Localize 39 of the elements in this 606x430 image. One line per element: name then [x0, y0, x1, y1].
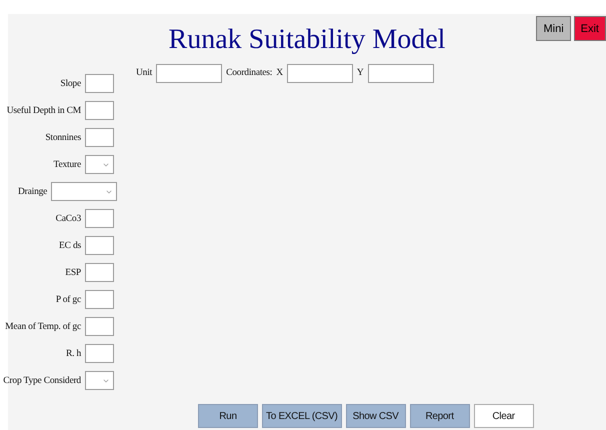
field-label: Slope: [60, 78, 81, 88]
app-title: Runak Suitability Model: [168, 24, 446, 56]
input-field[interactable]: [85, 317, 114, 336]
minimize-button[interactable]: Mini: [536, 16, 571, 41]
select-field[interactable]: [51, 182, 118, 201]
input-field[interactable]: [85, 74, 114, 93]
unit-label: Unit: [136, 68, 152, 78]
action-button[interactable]: Clear: [474, 404, 534, 428]
select-field[interactable]: [85, 155, 114, 174]
action-button[interactable]: Report: [410, 404, 470, 428]
action-button[interactable]: Show CSV: [346, 404, 406, 428]
field-label: Useful Depth in CM: [6, 106, 81, 116]
field-label: Mean of Temp. of gc: [5, 322, 81, 332]
field-label: ESP: [65, 268, 81, 278]
y-label: Y: [356, 68, 364, 78]
input-field[interactable]: [85, 101, 114, 120]
input-field[interactable]: [85, 209, 114, 228]
x-label: X: [276, 68, 283, 78]
action-button[interactable]: Run: [198, 404, 258, 428]
input-field[interactable]: [156, 64, 222, 82]
exit-button[interactable]: Exit: [574, 16, 606, 41]
input-field[interactable]: [85, 128, 114, 147]
input-field[interactable]: [286, 64, 353, 82]
field-label: Texture: [54, 160, 81, 170]
input-field[interactable]: [85, 263, 114, 282]
field-label: EC ds: [59, 240, 81, 250]
action-button[interactable]: To EXCEL (CSV): [262, 404, 342, 428]
field-label: P of gc: [56, 294, 81, 304]
input-field[interactable]: [85, 344, 114, 363]
input-field[interactable]: [85, 290, 114, 309]
field-label: Stonnines: [45, 132, 81, 142]
field-label: CaCo3: [56, 214, 81, 224]
field-label: Drainge: [18, 186, 48, 196]
field-label: Crop Type Considerd: [3, 376, 81, 386]
input-field[interactable]: [85, 236, 114, 255]
select-field[interactable]: [85, 371, 114, 390]
field-label: R. h: [66, 348, 81, 358]
input-field[interactable]: [368, 64, 434, 82]
coordinates-label: Coordinates:: [226, 68, 272, 78]
